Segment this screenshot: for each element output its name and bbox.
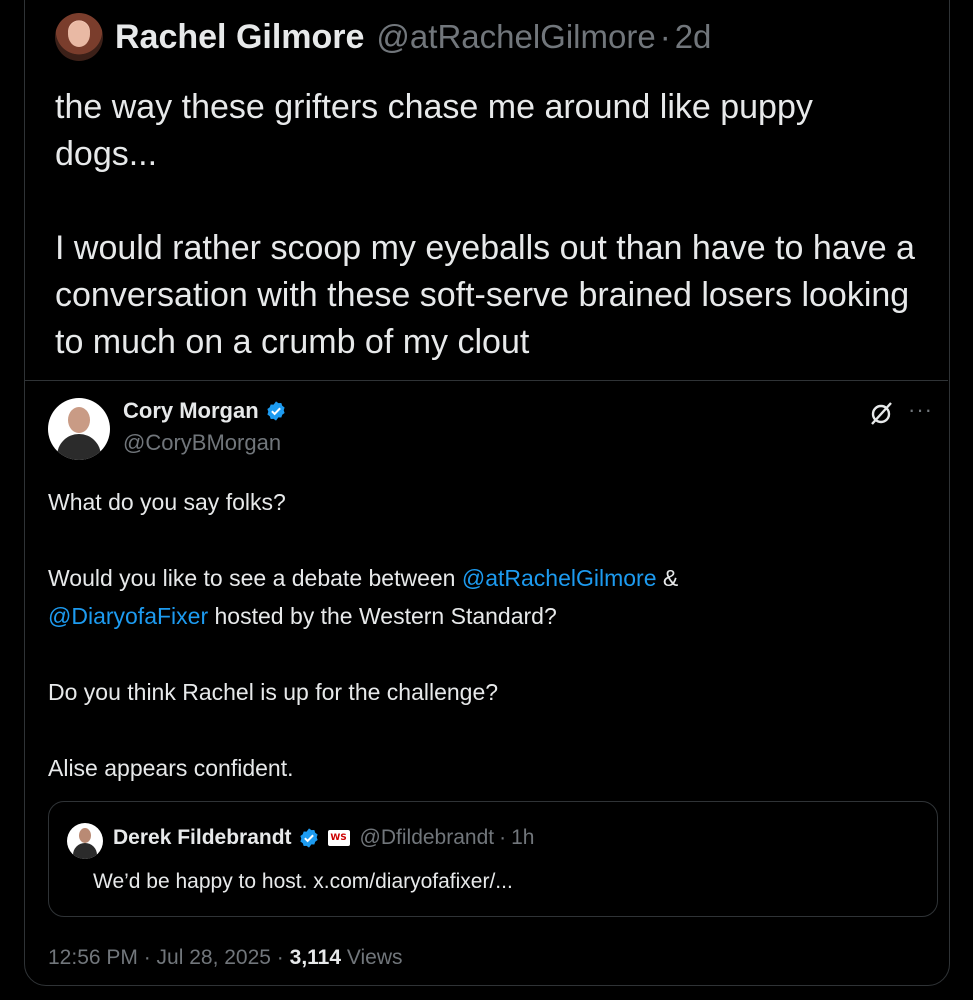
nested-quoted-post[interactable]: Derek Fildebrandt WS @Dfildebrandt · 1h …: [48, 801, 938, 917]
separator-dot: ·: [659, 18, 671, 55]
post-time[interactable]: 2d: [675, 18, 712, 56]
paragraph: What do you say folks?: [48, 489, 286, 515]
affiliate-badge-icon: WS: [327, 830, 350, 846]
quoted-post[interactable]: Cory Morgan @CoryBMorgan ··· What do you…: [24, 380, 948, 985]
author-handle[interactable]: @atRachelGilmore: [376, 18, 655, 56]
paragraph: Would you like to see a debate between @…: [48, 565, 679, 629]
nested-post-text: We’d be happy to host. x.com/diaryofafix…: [93, 870, 513, 893]
views-count: 3,114: [289, 946, 342, 969]
views-label: Views: [341, 946, 403, 969]
mention-link[interactable]: @atRachelGilmore: [462, 565, 657, 591]
more-options-icon[interactable]: ···: [908, 397, 933, 423]
top-post: Rachel Gilmore @atRachelGilmore · 2d the…: [55, 12, 935, 366]
verified-badge-icon: [267, 401, 285, 421]
separator-dot: ·: [499, 826, 507, 849]
avatar[interactable]: [48, 398, 110, 460]
quoted-post-text: What do you say folks? Would you like to…: [48, 483, 908, 825]
quoted-author-handle[interactable]: @CoryBMorgan: [123, 430, 281, 456]
page: Rachel Gilmore @atRachelGilmore · 2d the…: [0, 0, 973, 1000]
nested-author-handle[interactable]: @Dfildebrandt: [360, 826, 495, 850]
verified-badge-icon: [299, 828, 318, 848]
avatar[interactable]: [67, 823, 103, 859]
quoted-author-row: Cory Morgan: [123, 398, 287, 424]
nested-post-time[interactable]: 1h: [511, 826, 534, 850]
nested-author-row: Derek Fildebrandt WS @Dfildebrandt · 1h: [113, 826, 534, 850]
timestamp[interactable]: 12:56 PM · Jul 28, 2025 ·: [48, 946, 290, 969]
quoted-author-name[interactable]: Cory Morgan: [123, 398, 259, 424]
grok-icon[interactable]: [868, 399, 896, 427]
paragraph: Alise appears confident.: [48, 755, 294, 781]
paragraph: Do you think Rachel is up for the challe…: [48, 679, 499, 705]
author-name[interactable]: Rachel Gilmore: [115, 18, 364, 57]
mention-link[interactable]: @DiaryofaFixer: [48, 603, 208, 629]
avatar[interactable]: [55, 13, 103, 61]
top-post-header: Rachel Gilmore @atRachelGilmore · 2d: [55, 12, 935, 62]
post-text: the way these grifters chase me around l…: [55, 88, 915, 361]
nested-author-name[interactable]: Derek Fildebrandt: [113, 826, 292, 850]
post-metadata: 12:56 PM · Jul 28, 2025 · 3,114 Views: [48, 946, 403, 970]
